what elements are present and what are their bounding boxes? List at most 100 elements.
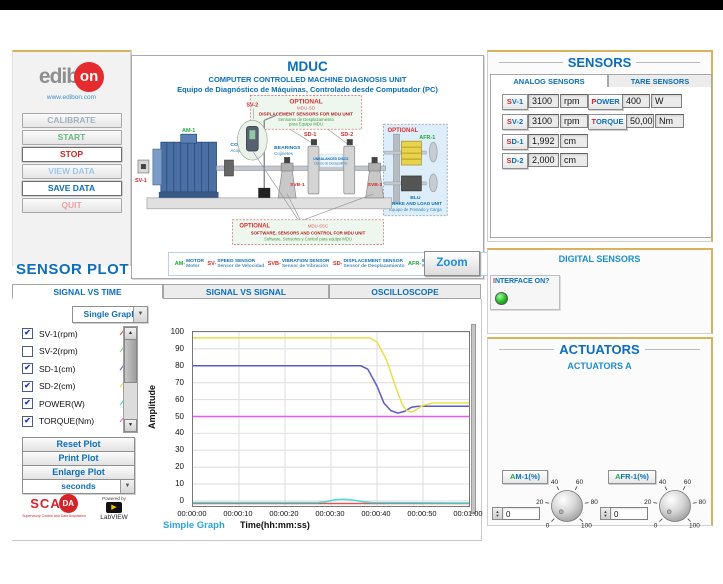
labview-logo: Powered by ▶ LabVIEW bbox=[96, 496, 132, 521]
scada-logo: SCADA Supervisory Control and Data Acqui… bbox=[16, 494, 92, 518]
svg-text:100: 100 bbox=[581, 523, 592, 530]
tab-analog-sensors[interactable]: ANALOG SENSORS bbox=[490, 74, 608, 88]
top-black-bar bbox=[0, 0, 723, 10]
bearing-pedestal-svb1 bbox=[278, 157, 296, 198]
digital-sensors-panel: DIGITAL SENSORS INTERFACE ON? bbox=[487, 248, 713, 334]
diagram-subtitle-en: COMPUTER CONTROLLED MACHINE DIAGNOSIS UN… bbox=[132, 75, 483, 84]
channel-row-torquenm: ✔TORQUE(Nm) bbox=[22, 414, 136, 429]
scada-tagline: Supervisory Control and Data Acquisition bbox=[16, 514, 92, 518]
labview-arrow-icon: ▶ bbox=[106, 502, 122, 513]
graph-mode-select[interactable]: Single Graph ▼ bbox=[72, 306, 148, 323]
channel-checkbox[interactable]: ✔ bbox=[22, 381, 33, 392]
am1-value-field[interactable]: 0 bbox=[503, 507, 540, 520]
x-axis-tick-label: 00:00:10 bbox=[218, 509, 258, 518]
power-unit: W bbox=[651, 94, 682, 108]
channel-checkbox[interactable]: ✔ bbox=[22, 416, 33, 427]
chevron-down-icon[interactable]: ▼ bbox=[133, 307, 147, 322]
label-am1: AM-1 bbox=[182, 128, 195, 134]
spinner-icon[interactable]: ▲▼ bbox=[600, 507, 611, 520]
label-sd2: SD-2 bbox=[341, 132, 353, 138]
sv2-unit: rpm bbox=[560, 114, 588, 128]
sidebar-button-view-data[interactable]: VIEW DATA bbox=[22, 164, 122, 179]
sidebar-button-quit[interactable]: QUIT bbox=[22, 198, 122, 213]
sidebar-button-calibrate[interactable]: CALIBRATE bbox=[22, 113, 122, 128]
torque-label[interactable]: TORQUE bbox=[588, 114, 627, 130]
channel-label: SD-2(cm) bbox=[39, 381, 75, 391]
svg-text:60: 60 bbox=[576, 479, 584, 486]
channel-checkbox[interactable]: ✔ bbox=[22, 363, 33, 374]
machine-diagram: OPTIONAL MDU-SD DISPLACEMENT SENSORS FOR… bbox=[133, 94, 482, 246]
actuators-subtitle: ACTUATORS A bbox=[488, 361, 711, 371]
afr1-value-field[interactable]: 0 bbox=[611, 507, 648, 520]
scrollbar-thumb[interactable] bbox=[124, 339, 137, 383]
tab-oscilloscope[interactable]: OSCILLOSCOPE bbox=[329, 284, 481, 299]
edibon-logo: edibon bbox=[13, 62, 130, 92]
time-unit-select[interactable]: seconds ▼ bbox=[22, 479, 135, 494]
am1-knob[interactable]: 020406080100 bbox=[529, 476, 605, 534]
svg-text:BRAKE AND LOAD UNIT: BRAKE AND LOAD UNIT bbox=[389, 201, 443, 206]
x-axis-tick-label: 00:00:00 bbox=[172, 509, 212, 518]
svg-text:Software, Sensores y Control p: Software, Sensores y Control para equipo… bbox=[264, 237, 352, 242]
afr1-knob[interactable]: 020406080100 bbox=[637, 476, 713, 534]
actuators-title: ACTUATORS bbox=[494, 342, 705, 357]
optional-displacement-box: OPTIONAL MDU-SD DISPLACEMENT SENSORS FOR… bbox=[250, 95, 361, 129]
optional-software-box: OPTIONAL MDU-SSC SOFTWARE, SENSORS AND C… bbox=[232, 220, 383, 245]
legend-item: AM-MOTORMotor bbox=[175, 259, 204, 270]
svg-text:20: 20 bbox=[644, 499, 652, 506]
sv1-label[interactable]: SV-1 bbox=[502, 94, 528, 110]
print-plot-button[interactable]: Print Plot bbox=[22, 451, 135, 466]
label-discs: UNBALANCED DISCS bbox=[313, 157, 349, 161]
am1-value-control[interactable]: ▲▼ 0 bbox=[492, 507, 540, 520]
afr1-value-control[interactable]: ▲▼ 0 bbox=[600, 507, 648, 520]
svg-text:SOFTWARE, SENSORS AND CONTROL: SOFTWARE, SENSORS AND CONTROL FOR MDU UN… bbox=[251, 231, 366, 236]
sensors-title: SENSORS bbox=[494, 55, 705, 70]
sidebar-button-start[interactable]: START bbox=[22, 130, 122, 145]
sd2-unit: cm bbox=[560, 153, 588, 167]
unbalanced-discs bbox=[308, 139, 355, 194]
sd2-label[interactable]: SD-2 bbox=[502, 153, 528, 169]
svg-text:AFR-1: AFR-1 bbox=[419, 135, 435, 141]
svg-text:Cojinetes: Cojinetes bbox=[274, 151, 293, 156]
tab-signal-vs-signal[interactable]: SIGNAL VS SIGNAL bbox=[163, 284, 329, 299]
sv1-value: 3100 bbox=[528, 94, 559, 108]
svg-text:DISPLACEMENT SENSORS FOR MDU U: DISPLACEMENT SENSORS FOR MDU UNIT bbox=[259, 111, 353, 116]
tab-signal-vs-time[interactable]: SIGNAL VS TIME bbox=[12, 284, 163, 299]
svg-text:Equipo de Frenado y Carga: Equipo de Frenado y Carga bbox=[389, 207, 442, 212]
graph-mode-value: Single Graph bbox=[84, 309, 137, 319]
x-axis-tick-labels: 00:00:0000:00:1000:00:2000:00:3000:00:40… bbox=[192, 509, 492, 519]
spinner-icon[interactable]: ▲▼ bbox=[492, 507, 503, 520]
y-axis-tick-label: 20 bbox=[156, 462, 184, 471]
chevron-down-icon[interactable]: ▼ bbox=[120, 480, 134, 493]
y-axis-tick-label: 60 bbox=[156, 395, 184, 404]
x-axis-tick-label: 00:00:40 bbox=[356, 509, 396, 518]
channel-list: ✔SV-1(rpm)SV-2(rpm)✔SD-1(cm)✔SD-2(cm)✔PO… bbox=[22, 326, 136, 432]
scroll-down-icon[interactable]: ▼ bbox=[124, 419, 137, 432]
waveform-chart bbox=[192, 331, 470, 507]
channel-row-sd-1cm: ✔SD-1(cm) bbox=[22, 361, 136, 376]
sidebar-button-save-data[interactable]: SAVE DATA bbox=[22, 181, 122, 196]
channel-checkbox[interactable] bbox=[22, 346, 33, 357]
sidebar-buttons: CALIBRATE START STOP VIEW DATA SAVE DATA QUIT bbox=[13, 113, 130, 213]
power-label[interactable]: POWER bbox=[588, 94, 623, 110]
y-axis-tick-label: 100 bbox=[156, 327, 184, 336]
analog-sensors-body: SV-1 3100 rpm SV-2 3100 rpm SD-1 1,992 c… bbox=[490, 87, 712, 238]
label-svb2: SVB-2 bbox=[368, 182, 383, 188]
tab-tare-sensors[interactable]: TARE SENSORS bbox=[608, 74, 712, 88]
torque-unit: Nm bbox=[655, 114, 684, 128]
enlarge-plot-button[interactable]: Enlarge Plot bbox=[22, 465, 135, 480]
sensors-tabs: ANALOG SENSORS TARE SENSORS bbox=[490, 74, 712, 88]
y-axis-tick-label: 50 bbox=[156, 412, 184, 421]
sd1-value: 1,992 bbox=[528, 134, 559, 148]
sv2-label[interactable]: SV-2 bbox=[502, 114, 528, 130]
channel-row-sd-2cm: ✔ SD-2(cm) bbox=[22, 379, 136, 394]
plot-side-scrollbar[interactable] bbox=[471, 324, 476, 514]
channel-checkbox[interactable]: ✔ bbox=[22, 398, 33, 409]
channel-scrollbar[interactable]: ▲ ▼ bbox=[123, 326, 138, 433]
svg-text:MDU-SD: MDU-SD bbox=[297, 105, 316, 110]
optional-brake-load-box: OPTIONAL AFR-1 BLU BRAKE AND LOAD UNIT E… bbox=[384, 124, 448, 215]
zoom-button[interactable]: Zoom bbox=[424, 251, 480, 276]
sd1-label[interactable]: SD-1 bbox=[502, 134, 528, 150]
reset-plot-button[interactable]: Reset Plot bbox=[22, 437, 135, 452]
sidebar-button-stop[interactable]: STOP bbox=[22, 147, 122, 162]
channel-checkbox[interactable]: ✔ bbox=[22, 328, 33, 339]
